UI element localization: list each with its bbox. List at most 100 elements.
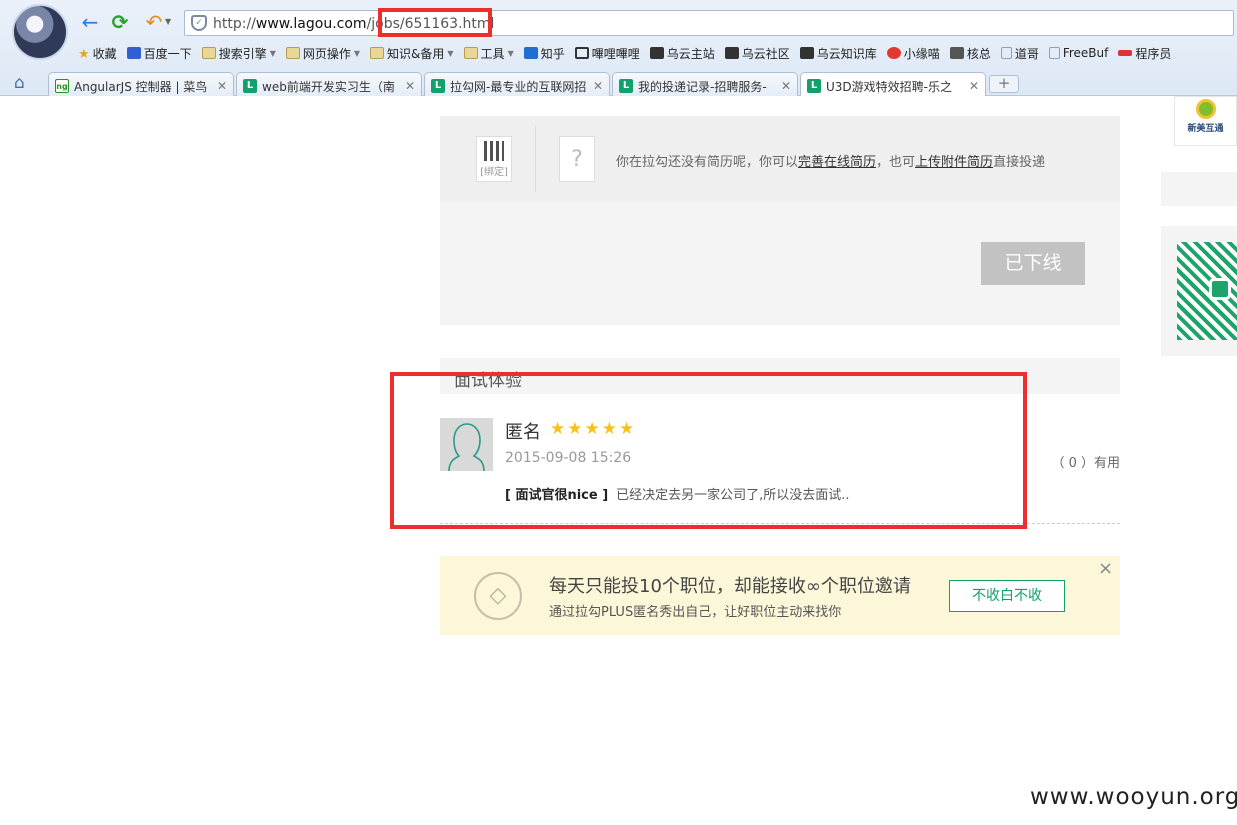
- bookmark-item[interactable]: 百度一下: [126, 42, 192, 64]
- sidebar-block: [1161, 172, 1237, 206]
- chevron-down-icon: ▼: [507, 48, 514, 58]
- bookmark-folder[interactable]: 搜索引擎 ▼: [201, 42, 276, 64]
- offline-button[interactable]: 已下线: [981, 242, 1085, 285]
- close-icon[interactable]: ✕: [405, 79, 415, 93]
- useful-button[interactable]: （ 0 ）有用: [1051, 452, 1120, 471]
- browser-tab[interactable]: L 拉勾网-最专业的互联网招 ✕: [424, 72, 610, 96]
- tab-title: U3D游戏特效招聘-乐之: [826, 79, 952, 94]
- bookmark-item[interactable]: 嗶哩嗶哩: [574, 42, 640, 64]
- pudn-icon: [1118, 50, 1133, 56]
- plus-accept-button[interactable]: 不收白不收: [949, 580, 1065, 612]
- back-arrow-icon[interactable]: ←: [78, 10, 102, 34]
- folder-icon: [463, 47, 478, 59]
- tab-title: 拉勾网-最专业的互联网招: [450, 79, 587, 94]
- resume-tip-text: 你在拉勾还没有简历呢，你可以: [616, 155, 799, 170]
- chevron-down-icon: ▼: [269, 48, 276, 58]
- wooyun-icon: [799, 47, 814, 59]
- url-highlight-box: [378, 8, 492, 37]
- browser-tab[interactable]: L 我的投递记录-招聘服务- ✕: [612, 72, 798, 96]
- angular-icon: ng: [55, 79, 69, 93]
- bookmark-folder[interactable]: 工具 ▼: [463, 42, 514, 64]
- plus-banner: ◇ 每天只能投10个职位，却能接收∞个职位邀请 通过拉勾PLUS匿名秀出自己，让…: [440, 556, 1120, 635]
- bookmark-item[interactable]: FreeBuf: [1048, 42, 1108, 64]
- chevron-down-icon[interactable]: ▼: [165, 17, 171, 26]
- new-tab-button[interactable]: +: [989, 75, 1019, 93]
- sidebar-qr-box: [1161, 226, 1237, 356]
- bookmark-item[interactable]: 乌云主站: [649, 42, 715, 64]
- bookmarks-bar: ★ 收藏 百度一下 搜索引擎 ▼ 网页操作 ▼ 知识&备用 ▼ 工具 ▼ 知乎 嗶哩嗶哩 …: [78, 42, 1171, 64]
- bookmark-item[interactable]: 道哥: [1000, 42, 1039, 64]
- resume-tip-text: ，也可: [876, 155, 916, 170]
- resume-tip-area: [绑定] ? 你在拉勾还没有简历呢，你可以完善在线简历，也可上传附件简历直接投递: [440, 116, 1120, 202]
- home-icon[interactable]: ⌂: [14, 73, 25, 93]
- user-avatar[interactable]: [12, 4, 68, 60]
- document-icon: ?: [559, 136, 595, 182]
- lagou-logo-icon: [1209, 278, 1231, 300]
- bookmark-label: 核总: [966, 46, 991, 61]
- tab-title: AngularJS 控制器 | 菜鸟: [74, 79, 208, 94]
- bookmark-label: 程序员: [1135, 46, 1172, 61]
- bookmark-label: 百度一下: [143, 46, 192, 61]
- folder-icon: [285, 47, 300, 59]
- close-icon[interactable]: ✕: [217, 79, 227, 93]
- bookmark-label: 知识&备用: [387, 46, 445, 61]
- bookmark-label: 搜索引擎: [218, 46, 267, 61]
- shield-icon: ✓: [191, 15, 207, 31]
- bookmark-item[interactable]: 程序员: [1118, 42, 1171, 64]
- bookmark-label: 嗶哩嗶哩: [591, 46, 640, 61]
- plus-title: 每天只能投10个职位，却能接收∞个职位邀请: [549, 576, 911, 597]
- qr-code-icon: [484, 141, 504, 161]
- bookmark-item[interactable]: 乌云社区: [724, 42, 790, 64]
- address-bar[interactable]: ✓ http://www.lagou.com/jobs/651163.html: [184, 10, 1234, 36]
- logo-mark-icon: [1195, 99, 1216, 119]
- resume-tip: 你在拉勾还没有简历呢，你可以完善在线简历，也可上传附件简历直接投递: [616, 151, 1045, 170]
- bookmark-label: 乌云主站: [666, 46, 715, 61]
- bookmark-item[interactable]: ★ 收藏: [78, 42, 117, 64]
- page-icon: [1048, 47, 1060, 59]
- company-logo[interactable]: 新美互通: [1174, 96, 1237, 146]
- zhihu-icon: [523, 47, 538, 59]
- bind-label: [绑定]: [480, 167, 508, 178]
- browser-tab[interactable]: L web前端开发实习生（南 ✕: [236, 72, 422, 96]
- tab-title: web前端开发实习生（南: [262, 79, 395, 94]
- bookmark-item[interactable]: 小缘喵: [886, 42, 940, 64]
- page-icon: [1000, 47, 1012, 59]
- wooyun-icon: [649, 47, 664, 59]
- url-prefix: http://: [213, 16, 256, 32]
- bilibili-icon: [574, 47, 589, 59]
- bookmark-label: 小缘喵: [903, 46, 940, 61]
- tab-strip: ⌂ ng AngularJS 控制器 | 菜鸟 ✕ L web前端开发实习生（南…: [0, 70, 1237, 96]
- star-icon: ★: [78, 47, 90, 62]
- bookmark-label: 收藏: [92, 46, 117, 61]
- reload-icon[interactable]: ⟳: [108, 10, 132, 34]
- diamond-icon: ◇: [474, 572, 522, 620]
- review-highlight-box: [390, 372, 1027, 529]
- avatar-icon: [949, 47, 964, 59]
- bookmark-folder[interactable]: 知识&备用 ▼: [370, 42, 454, 64]
- watermark: www.wooyun.org: [1030, 784, 1237, 810]
- chevron-down-icon: ▼: [447, 48, 454, 58]
- browser-chrome: ← ⟳ ↶ ▼ ✓ http://www.lagou.com/jobs/6511…: [0, 0, 1237, 96]
- apply-panel: [绑定] ? 你在拉勾还没有简历呢，你可以完善在线简历，也可上传附件简历直接投递…: [440, 116, 1120, 325]
- bookmark-item[interactable]: 核总: [949, 42, 991, 64]
- upload-resume-link[interactable]: 上传附件简历: [915, 155, 993, 170]
- bookmark-folder[interactable]: 网页操作 ▼: [285, 42, 360, 64]
- bookmark-label: 网页操作: [302, 46, 351, 61]
- bookmark-label: 知乎: [540, 46, 565, 61]
- close-icon[interactable]: ✕: [969, 79, 979, 93]
- bookmark-item[interactable]: 乌云知识库: [799, 42, 877, 64]
- browser-tab[interactable]: ng AngularJS 控制器 | 菜鸟 ✕: [48, 72, 234, 96]
- bookmark-item[interactable]: 知乎: [523, 42, 565, 64]
- bookmark-label: 乌云社区: [741, 46, 790, 61]
- undo-icon[interactable]: ↶: [142, 10, 166, 34]
- lagou-icon: L: [619, 79, 633, 93]
- bind-qr-button[interactable]: [绑定]: [476, 136, 512, 182]
- online-resume-link[interactable]: 完善在线简历: [798, 155, 876, 170]
- close-icon[interactable]: ✕: [781, 79, 791, 93]
- bookmark-label: 道哥: [1014, 46, 1039, 61]
- browser-tab-active[interactable]: L U3D游戏特效招聘-乐之 ✕: [800, 72, 986, 96]
- close-icon[interactable]: ✕: [593, 79, 603, 93]
- bookmark-label: 乌云知识库: [816, 46, 877, 61]
- divider: [535, 126, 536, 192]
- close-icon[interactable]: ×: [1098, 558, 1113, 579]
